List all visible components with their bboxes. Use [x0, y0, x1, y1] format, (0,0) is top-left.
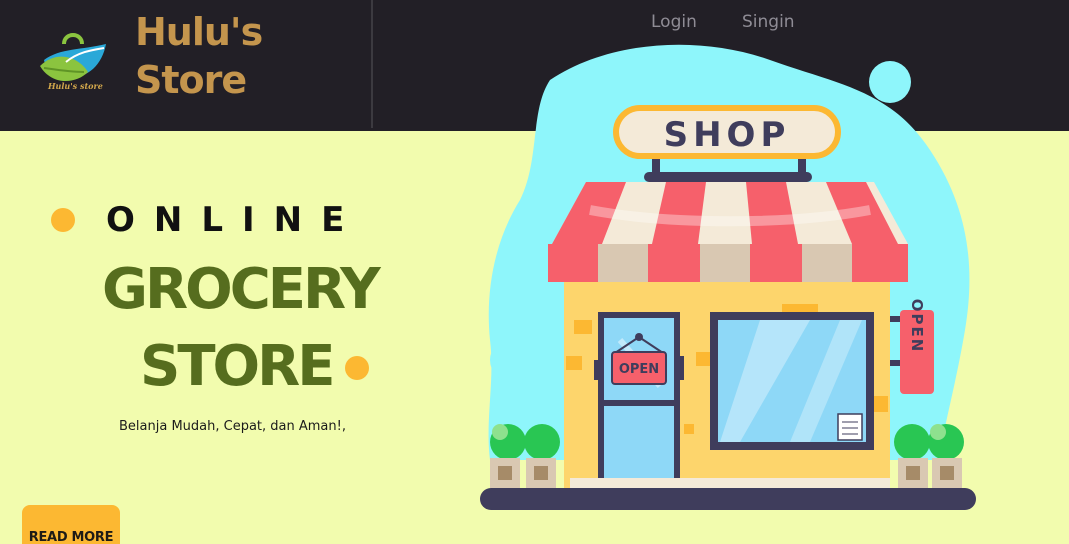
door-open-sign-text: OPEN	[619, 362, 659, 377]
brand: Hulu's store Hulu's Store	[0, 0, 373, 128]
hero-kicker: ONLINE	[106, 200, 364, 240]
nav-login-link[interactable]: Login	[651, 12, 697, 32]
storefront-illustration: SHOP OPEN OPEN	[480, 44, 976, 510]
background-bubble	[490, 338, 534, 382]
hero-tagline: Belanja Mudah, Cepat, dan Aman!,	[119, 419, 346, 434]
shop-sign-text: SHOP	[664, 115, 791, 155]
background-bubble	[869, 61, 911, 103]
nav-signin-link[interactable]: Singin	[742, 12, 795, 32]
side-open-sign-text: OPEN	[908, 299, 926, 354]
background-bubble	[548, 131, 560, 143]
hero-heading-line2: STORE	[140, 334, 336, 399]
awning	[548, 182, 908, 282]
read-more-button[interactable]: READ MORE	[22, 505, 120, 544]
decorative-dot	[345, 356, 369, 380]
ground	[480, 488, 976, 510]
brand-title[interactable]: Hulu's Store	[135, 8, 335, 104]
hero-heading-line1: GROCERY	[102, 257, 381, 322]
decorative-dot	[51, 208, 75, 232]
logo-caption: Hulu's store	[48, 81, 103, 91]
